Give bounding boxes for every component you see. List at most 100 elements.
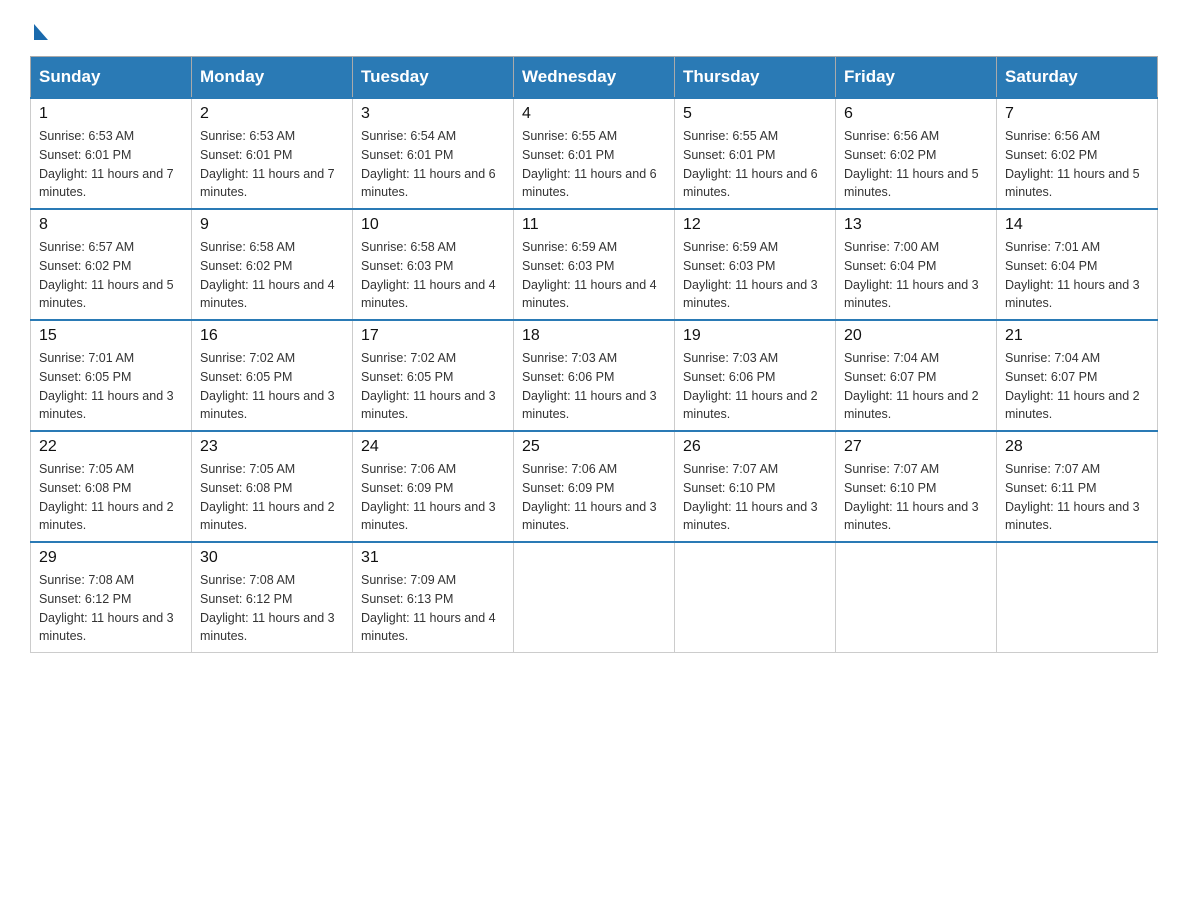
day-number: 12	[683, 216, 827, 234]
day-number: 29	[39, 549, 183, 567]
calendar-cell: 2 Sunrise: 6:53 AMSunset: 6:01 PMDayligh…	[192, 98, 353, 209]
week-row-2: 8 Sunrise: 6:57 AMSunset: 6:02 PMDayligh…	[31, 209, 1158, 320]
day-number: 23	[200, 438, 344, 456]
calendar-cell: 22 Sunrise: 7:05 AMSunset: 6:08 PMDaylig…	[31, 431, 192, 542]
calendar-cell	[997, 542, 1158, 653]
day-info: Sunrise: 7:07 AMSunset: 6:11 PMDaylight:…	[1005, 462, 1140, 532]
calendar-cell: 16 Sunrise: 7:02 AMSunset: 6:05 PMDaylig…	[192, 320, 353, 431]
day-info: Sunrise: 7:00 AMSunset: 6:04 PMDaylight:…	[844, 240, 979, 310]
calendar-cell	[836, 542, 997, 653]
col-monday: Monday	[192, 57, 353, 99]
calendar-cell: 10 Sunrise: 6:58 AMSunset: 6:03 PMDaylig…	[353, 209, 514, 320]
day-info: Sunrise: 7:06 AMSunset: 6:09 PMDaylight:…	[522, 462, 657, 532]
week-row-4: 22 Sunrise: 7:05 AMSunset: 6:08 PMDaylig…	[31, 431, 1158, 542]
day-info: Sunrise: 7:07 AMSunset: 6:10 PMDaylight:…	[683, 462, 818, 532]
day-info: Sunrise: 6:59 AMSunset: 6:03 PMDaylight:…	[522, 240, 657, 310]
calendar-cell: 31 Sunrise: 7:09 AMSunset: 6:13 PMDaylig…	[353, 542, 514, 653]
page-header	[30, 20, 1158, 36]
calendar-cell: 18 Sunrise: 7:03 AMSunset: 6:06 PMDaylig…	[514, 320, 675, 431]
col-thursday: Thursday	[675, 57, 836, 99]
calendar-cell	[514, 542, 675, 653]
calendar-cell: 30 Sunrise: 7:08 AMSunset: 6:12 PMDaylig…	[192, 542, 353, 653]
calendar-cell: 12 Sunrise: 6:59 AMSunset: 6:03 PMDaylig…	[675, 209, 836, 320]
day-number: 2	[200, 105, 344, 123]
day-number: 6	[844, 105, 988, 123]
day-info: Sunrise: 7:08 AMSunset: 6:12 PMDaylight:…	[39, 573, 174, 643]
day-info: Sunrise: 6:56 AMSunset: 6:02 PMDaylight:…	[1005, 129, 1140, 199]
day-number: 31	[361, 549, 505, 567]
calendar-cell: 4 Sunrise: 6:55 AMSunset: 6:01 PMDayligh…	[514, 98, 675, 209]
calendar-cell: 3 Sunrise: 6:54 AMSunset: 6:01 PMDayligh…	[353, 98, 514, 209]
calendar-cell: 15 Sunrise: 7:01 AMSunset: 6:05 PMDaylig…	[31, 320, 192, 431]
col-friday: Friday	[836, 57, 997, 99]
calendar-cell: 26 Sunrise: 7:07 AMSunset: 6:10 PMDaylig…	[675, 431, 836, 542]
calendar-cell: 17 Sunrise: 7:02 AMSunset: 6:05 PMDaylig…	[353, 320, 514, 431]
week-row-1: 1 Sunrise: 6:53 AMSunset: 6:01 PMDayligh…	[31, 98, 1158, 209]
day-number: 8	[39, 216, 183, 234]
calendar-cell: 7 Sunrise: 6:56 AMSunset: 6:02 PMDayligh…	[997, 98, 1158, 209]
day-number: 22	[39, 438, 183, 456]
day-number: 4	[522, 105, 666, 123]
day-number: 19	[683, 327, 827, 345]
day-number: 17	[361, 327, 505, 345]
day-info: Sunrise: 7:04 AMSunset: 6:07 PMDaylight:…	[1005, 351, 1140, 421]
day-info: Sunrise: 7:05 AMSunset: 6:08 PMDaylight:…	[39, 462, 174, 532]
calendar-cell: 23 Sunrise: 7:05 AMSunset: 6:08 PMDaylig…	[192, 431, 353, 542]
week-row-3: 15 Sunrise: 7:01 AMSunset: 6:05 PMDaylig…	[31, 320, 1158, 431]
day-info: Sunrise: 6:58 AMSunset: 6:02 PMDaylight:…	[200, 240, 335, 310]
calendar-cell: 11 Sunrise: 6:59 AMSunset: 6:03 PMDaylig…	[514, 209, 675, 320]
day-number: 27	[844, 438, 988, 456]
day-info: Sunrise: 7:06 AMSunset: 6:09 PMDaylight:…	[361, 462, 496, 532]
day-info: Sunrise: 7:01 AMSunset: 6:05 PMDaylight:…	[39, 351, 174, 421]
day-number: 15	[39, 327, 183, 345]
day-info: Sunrise: 7:09 AMSunset: 6:13 PMDaylight:…	[361, 573, 496, 643]
calendar-cell: 9 Sunrise: 6:58 AMSunset: 6:02 PMDayligh…	[192, 209, 353, 320]
calendar-cell: 6 Sunrise: 6:56 AMSunset: 6:02 PMDayligh…	[836, 98, 997, 209]
day-info: Sunrise: 6:57 AMSunset: 6:02 PMDaylight:…	[39, 240, 174, 310]
day-number: 26	[683, 438, 827, 456]
day-number: 18	[522, 327, 666, 345]
day-info: Sunrise: 6:58 AMSunset: 6:03 PMDaylight:…	[361, 240, 496, 310]
day-info: Sunrise: 7:07 AMSunset: 6:10 PMDaylight:…	[844, 462, 979, 532]
col-sunday: Sunday	[31, 57, 192, 99]
calendar-cell: 1 Sunrise: 6:53 AMSunset: 6:01 PMDayligh…	[31, 98, 192, 209]
day-info: Sunrise: 7:02 AMSunset: 6:05 PMDaylight:…	[361, 351, 496, 421]
day-info: Sunrise: 7:01 AMSunset: 6:04 PMDaylight:…	[1005, 240, 1140, 310]
calendar-cell: 24 Sunrise: 7:06 AMSunset: 6:09 PMDaylig…	[353, 431, 514, 542]
day-number: 10	[361, 216, 505, 234]
calendar-cell: 27 Sunrise: 7:07 AMSunset: 6:10 PMDaylig…	[836, 431, 997, 542]
col-saturday: Saturday	[997, 57, 1158, 99]
day-number: 3	[361, 105, 505, 123]
day-number: 28	[1005, 438, 1149, 456]
day-number: 11	[522, 216, 666, 234]
calendar-cell: 20 Sunrise: 7:04 AMSunset: 6:07 PMDaylig…	[836, 320, 997, 431]
day-info: Sunrise: 6:55 AMSunset: 6:01 PMDaylight:…	[683, 129, 818, 199]
calendar-table: Sunday Monday Tuesday Wednesday Thursday…	[30, 56, 1158, 653]
calendar-header-row: Sunday Monday Tuesday Wednesday Thursday…	[31, 57, 1158, 99]
day-info: Sunrise: 7:08 AMSunset: 6:12 PMDaylight:…	[200, 573, 335, 643]
day-number: 13	[844, 216, 988, 234]
day-number: 21	[1005, 327, 1149, 345]
calendar-cell: 19 Sunrise: 7:03 AMSunset: 6:06 PMDaylig…	[675, 320, 836, 431]
calendar-cell: 8 Sunrise: 6:57 AMSunset: 6:02 PMDayligh…	[31, 209, 192, 320]
logo	[30, 20, 48, 36]
calendar-cell: 5 Sunrise: 6:55 AMSunset: 6:01 PMDayligh…	[675, 98, 836, 209]
day-info: Sunrise: 7:05 AMSunset: 6:08 PMDaylight:…	[200, 462, 335, 532]
col-tuesday: Tuesday	[353, 57, 514, 99]
day-number: 7	[1005, 105, 1149, 123]
day-number: 20	[844, 327, 988, 345]
day-number: 14	[1005, 216, 1149, 234]
day-info: Sunrise: 7:03 AMSunset: 6:06 PMDaylight:…	[522, 351, 657, 421]
day-info: Sunrise: 6:56 AMSunset: 6:02 PMDaylight:…	[844, 129, 979, 199]
calendar-cell: 29 Sunrise: 7:08 AMSunset: 6:12 PMDaylig…	[31, 542, 192, 653]
day-number: 25	[522, 438, 666, 456]
day-info: Sunrise: 7:02 AMSunset: 6:05 PMDaylight:…	[200, 351, 335, 421]
calendar-cell: 21 Sunrise: 7:04 AMSunset: 6:07 PMDaylig…	[997, 320, 1158, 431]
day-info: Sunrise: 6:53 AMSunset: 6:01 PMDaylight:…	[200, 129, 335, 199]
day-info: Sunrise: 7:04 AMSunset: 6:07 PMDaylight:…	[844, 351, 979, 421]
day-info: Sunrise: 6:55 AMSunset: 6:01 PMDaylight:…	[522, 129, 657, 199]
day-number: 1	[39, 105, 183, 123]
day-number: 16	[200, 327, 344, 345]
week-row-5: 29 Sunrise: 7:08 AMSunset: 6:12 PMDaylig…	[31, 542, 1158, 653]
day-number: 24	[361, 438, 505, 456]
